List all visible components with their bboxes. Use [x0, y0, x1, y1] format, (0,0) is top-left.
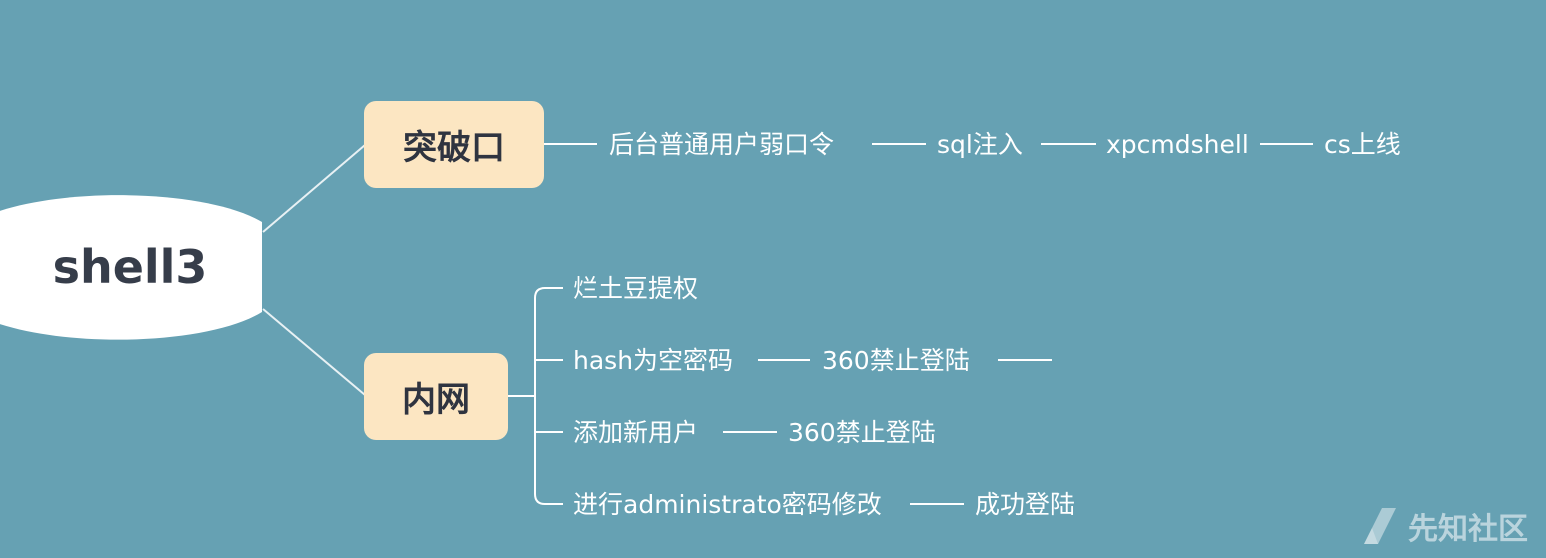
chain-node: 后台普通用户弱口令	[609, 130, 835, 159]
xianzhi-logo-icon	[1364, 508, 1396, 544]
chain-node: 360禁止登陆	[788, 418, 936, 447]
chain-node: sql注入	[937, 130, 1023, 159]
chain-node: 成功登陆	[975, 490, 1076, 519]
branch-node-intranet: 内网	[364, 353, 508, 440]
chain-node: cs上线	[1324, 130, 1401, 159]
branch-node-label: 内网	[402, 380, 470, 420]
chain-node: 360禁止登陆	[822, 346, 970, 375]
child-node: 烂土豆提权	[573, 274, 699, 303]
connector-root-to-branch-2	[262, 308, 366, 396]
connector-b2-bracket	[534, 287, 563, 505]
child-node: hash为空密码	[573, 346, 734, 375]
watermark-text: 先知社区	[1408, 512, 1528, 547]
connector-root-to-branch-1	[262, 144, 366, 233]
chain-node: xpcmdshell	[1106, 130, 1249, 159]
child-node: 添加新用户	[573, 418, 699, 447]
watermark: 先知社区	[1360, 504, 1528, 548]
root-node-label: shell3	[52, 240, 208, 294]
child-node: 进行administrato密码修改	[573, 490, 882, 519]
branch-node-breakthrough: 突破口	[364, 101, 544, 188]
branch-node-label: 突破口	[403, 128, 505, 168]
